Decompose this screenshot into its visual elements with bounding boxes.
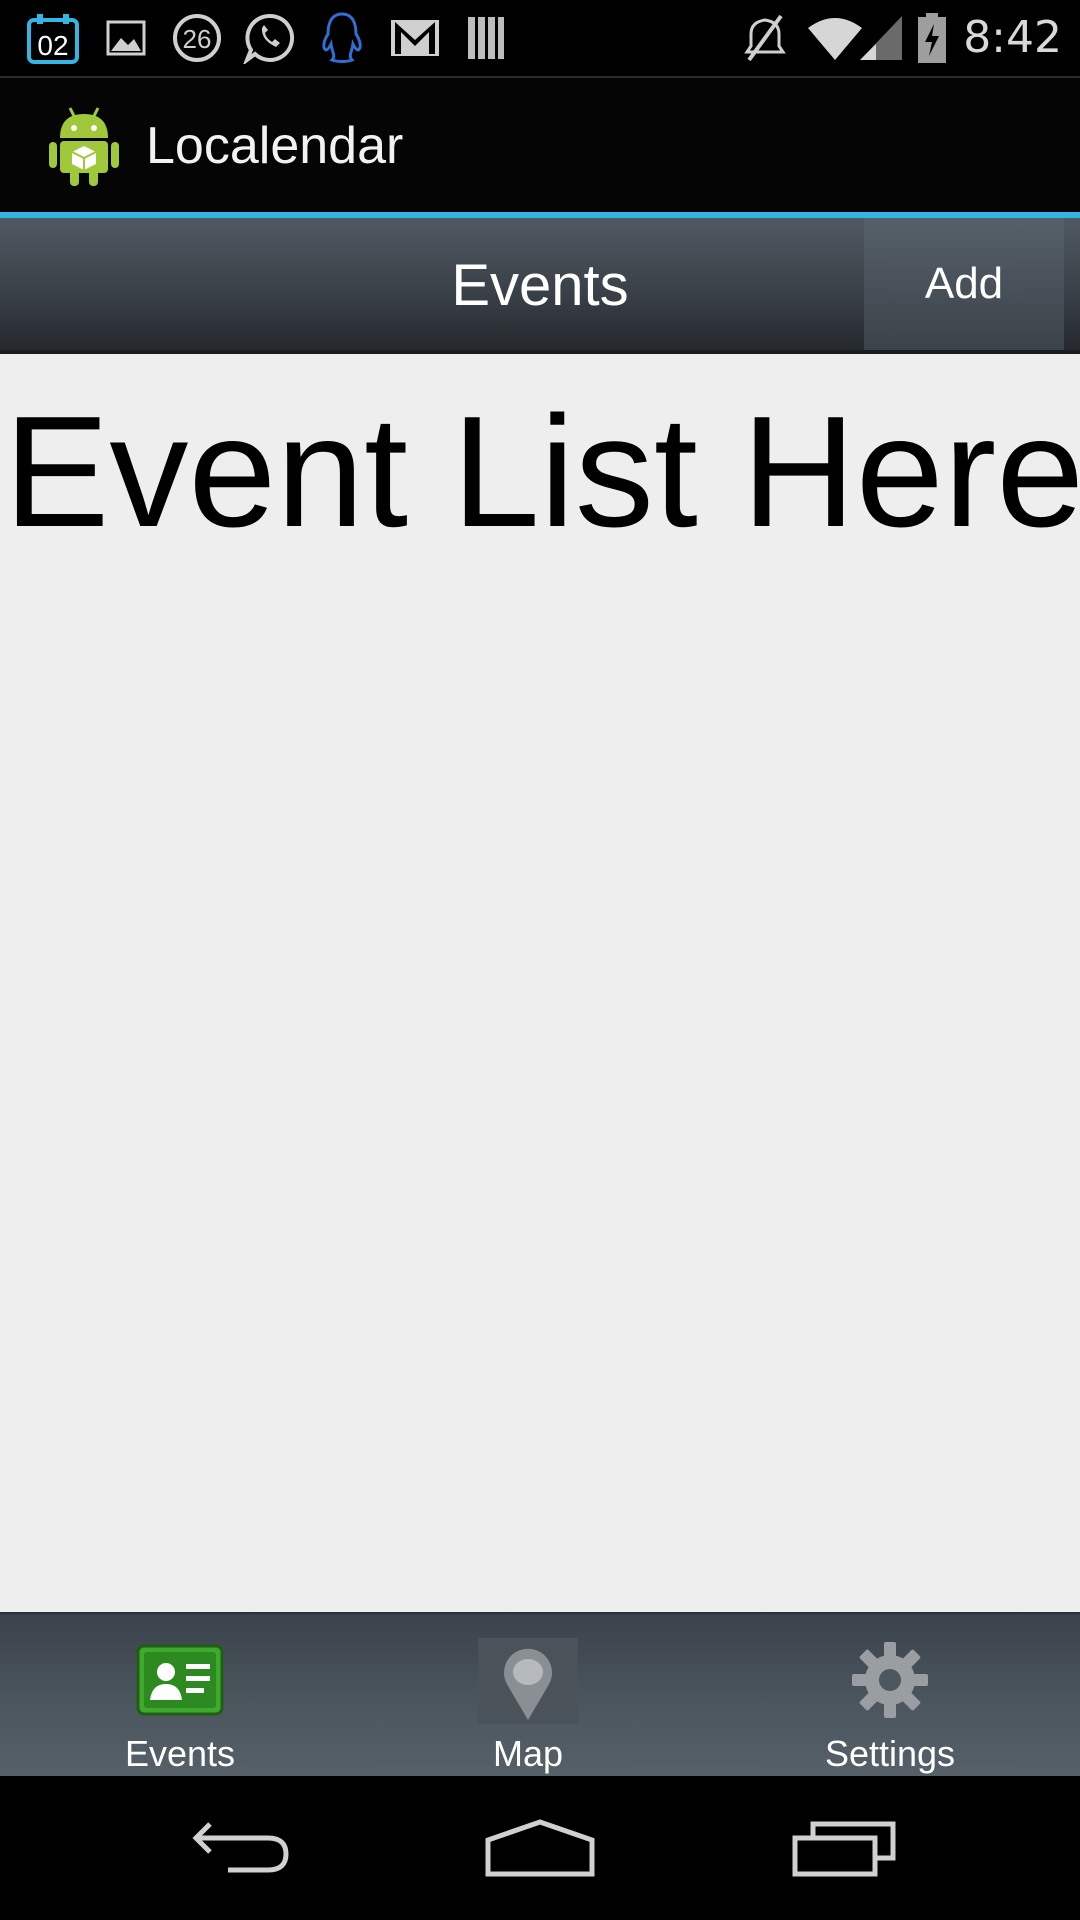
count-badge-icon: 26 [170,12,224,64]
back-icon[interactable] [180,1808,300,1888]
tab-events[interactable]: Events [0,1614,360,1778]
home-icon[interactable] [480,1808,600,1888]
events-toolbar: Events Add [0,218,1080,354]
barcode-icon [464,12,508,64]
events-card-icon [136,1644,224,1716]
mute-icon [742,12,788,64]
android-icon[interactable] [46,104,122,188]
app-title: Localendar [146,117,404,175]
action-bar: Localendar [0,78,1080,212]
signal-icon [858,12,904,64]
qq-icon [316,12,368,64]
content-area: Event List Here [0,354,1080,1612]
gmail-icon [388,12,442,64]
tab-map[interactable]: Map [348,1614,708,1778]
notification-count-text: 26 [183,24,212,54]
tab-settings-label: Settings [824,1733,956,1774]
add-button[interactable]: Add [864,218,1064,350]
gear-icon [850,1640,930,1720]
navigation-bar [0,1776,1080,1920]
status-bar: 02 26 8:42 [0,0,1080,76]
map-pin-icon [478,1638,578,1724]
tab-settings[interactable]: Settings [710,1614,1070,1778]
bottom-tab-bar: Events Map Settings [0,1612,1080,1776]
recents-icon[interactable] [784,1808,904,1888]
event-list-placeholder: Event List Here [4,384,1080,560]
calendar-icon: 02 [24,12,82,64]
status-clock: 8:42 [963,12,1062,63]
battery-charging-icon [916,12,948,64]
whatsapp-icon [242,12,298,64]
tab-events-label: Events [124,1733,236,1774]
wifi-icon [806,12,864,64]
calendar-badge-text: 02 [37,30,68,61]
gallery-icon [104,12,148,64]
tab-map-label: Map [492,1733,564,1774]
